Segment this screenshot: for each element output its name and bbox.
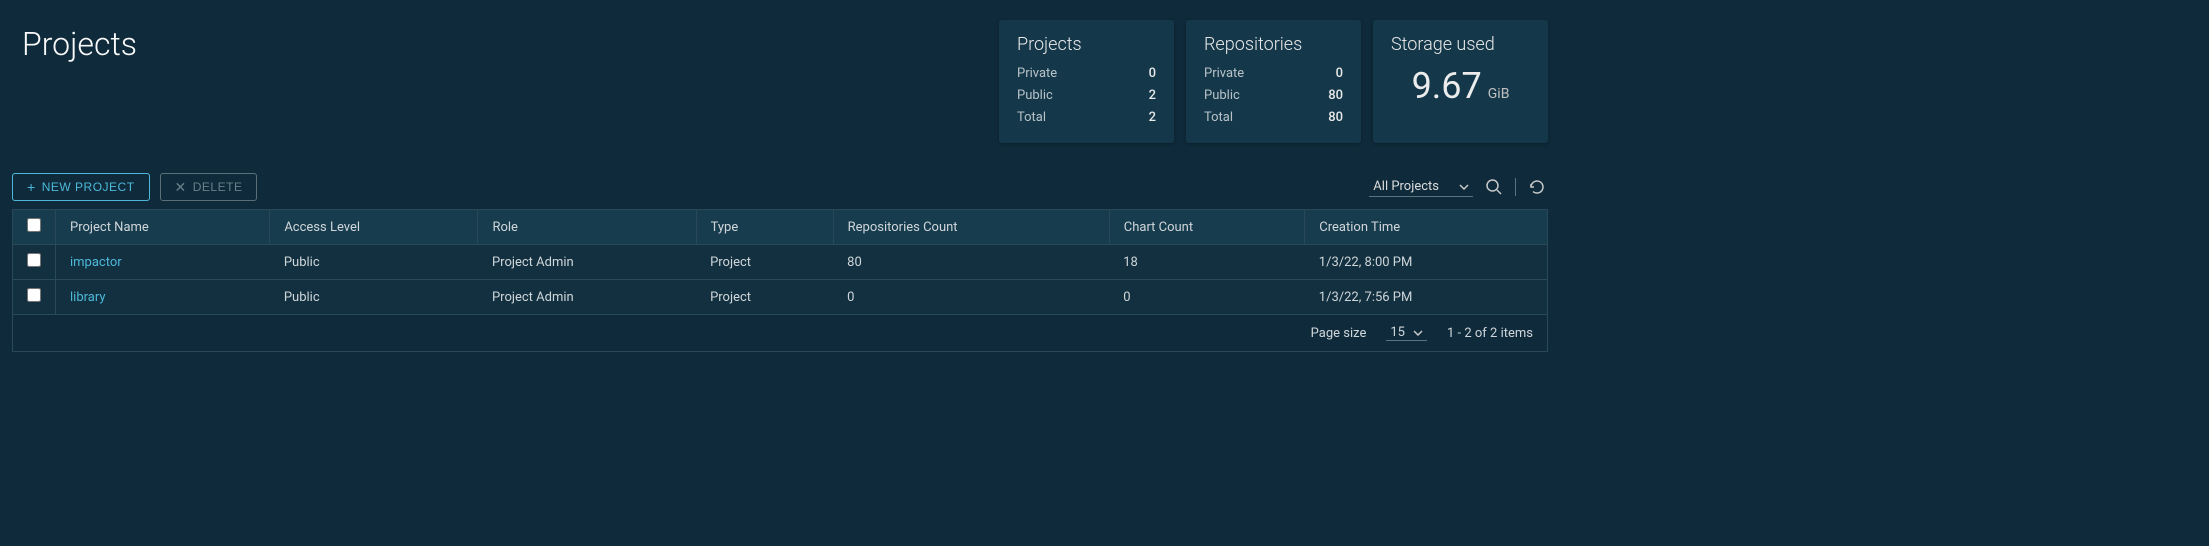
- repos-total-value: 80: [1328, 107, 1343, 129]
- projects-public-label: Public: [1017, 85, 1053, 107]
- cell-repos: 80: [833, 245, 1109, 280]
- repos-private-label: Private: [1204, 63, 1244, 85]
- new-project-button[interactable]: + NEW PROJECT: [12, 173, 150, 201]
- storage-unit: GiB: [1488, 86, 1510, 102]
- repos-private-value: 0: [1336, 63, 1343, 85]
- repos-total-row: Total 80: [1204, 107, 1343, 129]
- page-size-value: 15: [1390, 325, 1405, 340]
- col-access-level[interactable]: Access Level: [270, 210, 478, 245]
- col-project-name[interactable]: Project Name: [56, 210, 270, 245]
- cell-charts: 18: [1109, 245, 1305, 280]
- cell-created: 1/3/22, 7:56 PM: [1305, 280, 1548, 315]
- project-link[interactable]: impactor: [70, 255, 122, 270]
- page-size-select[interactable]: 15: [1386, 325, 1427, 341]
- projects-private-row: Private 0: [1017, 63, 1156, 85]
- filter-selected-label: All Projects: [1373, 179, 1439, 194]
- repositories-card-title: Repositories: [1204, 34, 1343, 55]
- projects-public-row: Public 2: [1017, 85, 1156, 107]
- close-icon: ✕: [175, 180, 187, 194]
- projects-card-title: Projects: [1017, 34, 1156, 55]
- cell-type: Project: [696, 245, 833, 280]
- projects-public-value: 2: [1149, 85, 1156, 107]
- filter-select[interactable]: All Projects: [1369, 177, 1473, 197]
- table-row: impactor Public Project Admin Project 80…: [13, 245, 1548, 280]
- search-icon: [1485, 178, 1503, 196]
- projects-card: Projects Private 0 Public 2 Total 2: [999, 20, 1174, 143]
- projects-total-label: Total: [1017, 107, 1046, 129]
- col-creation-time[interactable]: Creation Time: [1305, 210, 1548, 245]
- pagination-range: 1 - 2 of 2 items: [1447, 326, 1533, 341]
- search-button[interactable]: [1483, 176, 1505, 198]
- select-all-checkbox[interactable]: [27, 218, 41, 232]
- storage-card: Storage used 9.67 GiB: [1373, 20, 1548, 143]
- cell-role: Project Admin: [478, 280, 696, 315]
- col-chart-count[interactable]: Chart Count: [1109, 210, 1305, 245]
- repos-public-label: Public: [1204, 85, 1240, 107]
- repos-public-value: 80: [1328, 85, 1343, 107]
- cell-charts: 0: [1109, 280, 1305, 315]
- page-title: Projects: [22, 25, 137, 63]
- cell-repos: 0: [833, 280, 1109, 315]
- page-size-label: Page size: [1311, 326, 1367, 341]
- cell-created: 1/3/22, 8:00 PM: [1305, 245, 1548, 280]
- projects-private-value: 0: [1149, 63, 1156, 85]
- project-link[interactable]: library: [70, 290, 106, 305]
- refresh-icon: [1528, 178, 1546, 196]
- repos-private-row: Private 0: [1204, 63, 1343, 85]
- new-project-label: NEW PROJECT: [42, 180, 135, 194]
- toolbar-divider: [1515, 178, 1516, 196]
- storage-value: 9.67: [1412, 65, 1482, 107]
- cell-access: Public: [270, 280, 478, 315]
- repositories-card: Repositories Private 0 Public 80 Total 8…: [1186, 20, 1361, 143]
- col-type[interactable]: Type: [696, 210, 833, 245]
- projects-total-value: 2: [1149, 107, 1156, 129]
- projects-total-row: Total 2: [1017, 107, 1156, 129]
- chevron-down-icon: [1459, 184, 1469, 190]
- row-checkbox[interactable]: [27, 288, 41, 302]
- table-row: library Public Project Admin Project 0 0…: [13, 280, 1548, 315]
- stat-cards: Projects Private 0 Public 2 Total 2 Repo…: [999, 20, 1548, 143]
- storage-card-title: Storage used: [1391, 34, 1530, 55]
- plus-icon: +: [27, 180, 36, 194]
- projects-table: Project Name Access Level Role Type Repo…: [12, 209, 1548, 315]
- row-checkbox[interactable]: [27, 253, 41, 267]
- chevron-down-icon: [1413, 330, 1423, 336]
- col-role[interactable]: Role: [478, 210, 696, 245]
- col-repos-count[interactable]: Repositories Count: [833, 210, 1109, 245]
- cell-role: Project Admin: [478, 245, 696, 280]
- table-footer: Page size 15 1 - 2 of 2 items: [12, 315, 1548, 352]
- select-all-header: [13, 210, 56, 245]
- repos-total-label: Total: [1204, 107, 1233, 129]
- cell-type: Project: [696, 280, 833, 315]
- delete-button[interactable]: ✕ DELETE: [160, 173, 258, 201]
- repos-public-row: Public 80: [1204, 85, 1343, 107]
- delete-label: DELETE: [193, 180, 243, 194]
- cell-access: Public: [270, 245, 478, 280]
- projects-private-label: Private: [1017, 63, 1057, 85]
- refresh-button[interactable]: [1526, 176, 1548, 198]
